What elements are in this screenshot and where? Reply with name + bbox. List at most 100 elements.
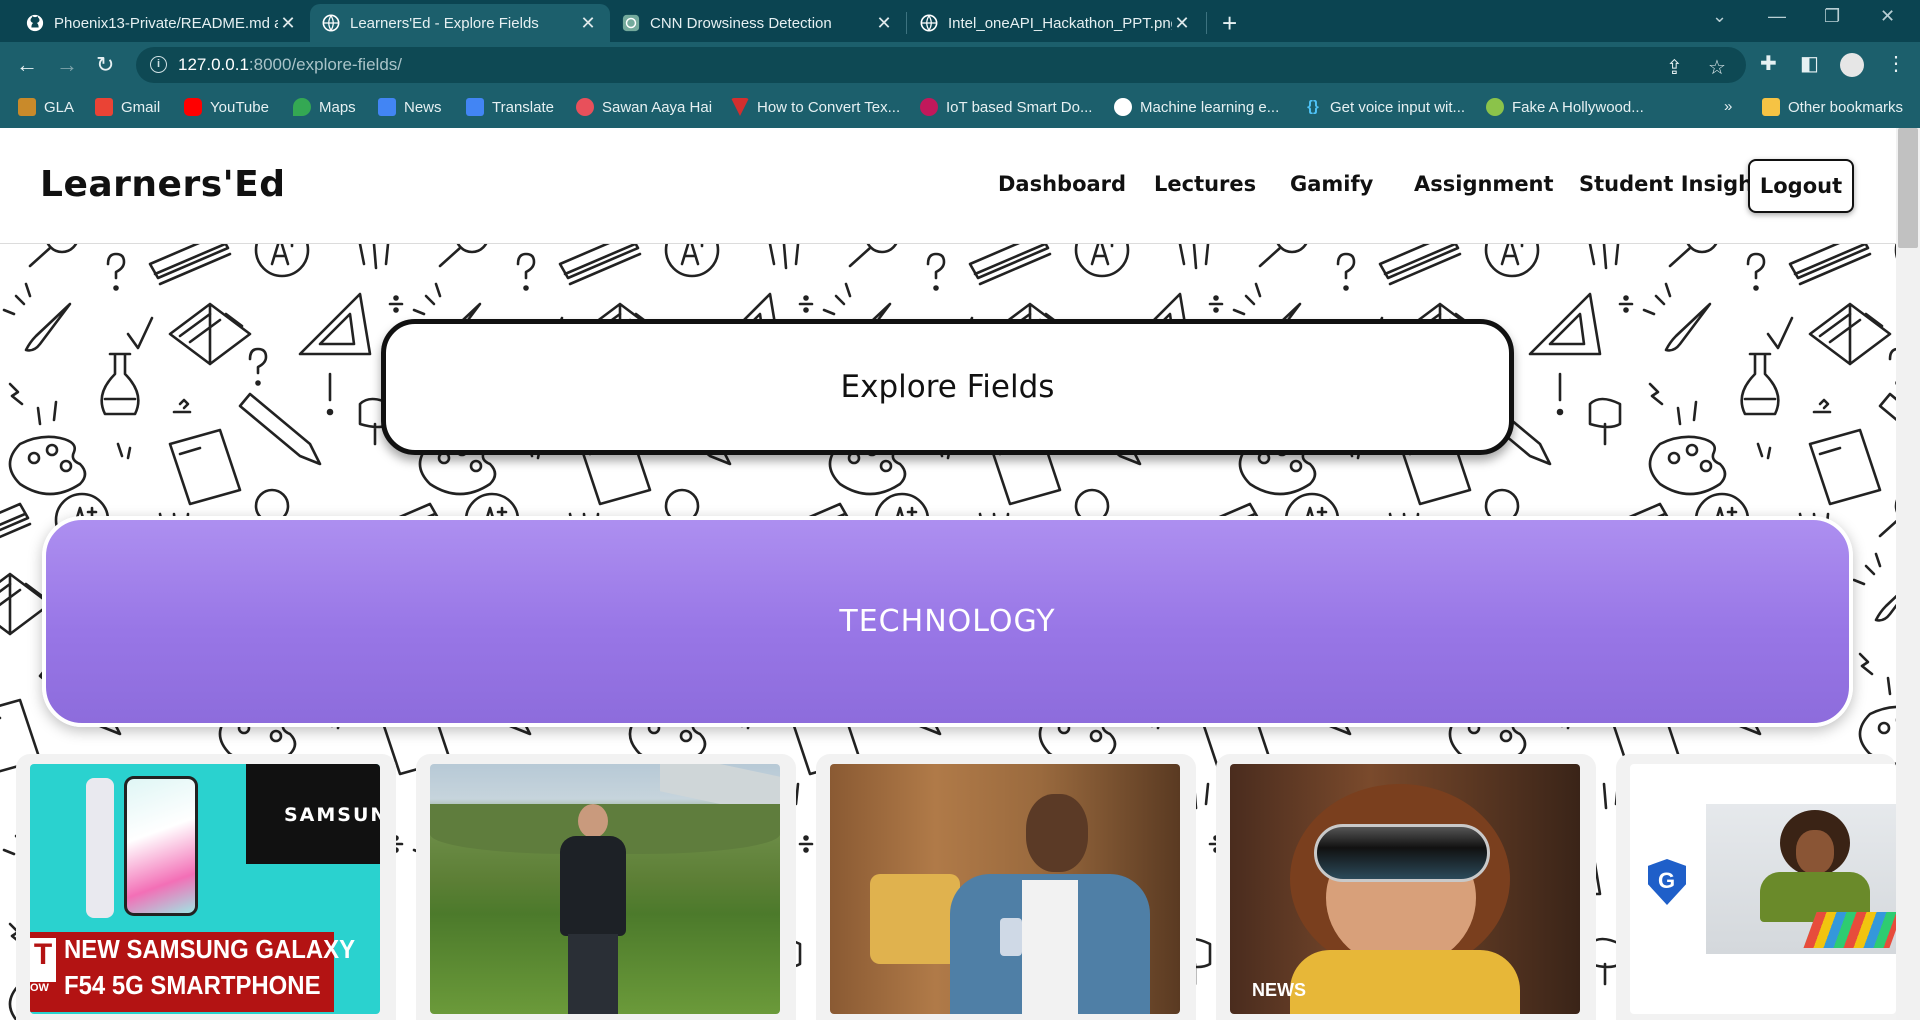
bookmark-label: Get voice input wit... xyxy=(1330,98,1466,116)
chatgpt-icon xyxy=(622,14,640,32)
bookmark-label: Sawan Aaya Hai xyxy=(602,98,713,116)
reload-icon[interactable]: ↻ xyxy=(96,52,114,78)
channel-badge: T xyxy=(30,938,56,982)
nav-lectures[interactable]: Lectures xyxy=(1154,172,1256,196)
folder-icon xyxy=(1762,98,1780,116)
back-arrow-icon[interactable]: ← xyxy=(16,52,38,78)
news-card[interactable]: SAMSUNG NEW SAMSUNG GALAXY F54 5G SMARTP… xyxy=(16,754,396,1020)
gmail-icon xyxy=(95,98,113,116)
news-card[interactable]: NEWS xyxy=(1216,754,1596,1020)
channel-badge-sub: OW xyxy=(30,982,49,994)
bookmark-label: IoT based Smart Do... xyxy=(946,98,1093,116)
page-scrollbar-track[interactable] xyxy=(1896,128,1920,1020)
logout-button[interactable]: Logout xyxy=(1748,159,1854,213)
tab-readme[interactable]: Phoenix13-Private/README.md a ✕ xyxy=(14,4,310,42)
bookmark-label: Fake A Hollywood... xyxy=(1512,98,1644,116)
profile-avatar[interactable] xyxy=(1840,53,1864,77)
bookmark-translate[interactable]: Translate xyxy=(466,98,554,116)
new-tab-button[interactable]: + xyxy=(1222,8,1237,39)
color-swatches-image xyxy=(1803,912,1896,948)
restore-icon[interactable]: ❐ xyxy=(1824,6,1840,27)
minimize-icon[interactable]: — xyxy=(1768,6,1786,27)
person-tee xyxy=(1022,880,1078,1014)
sweater-image xyxy=(1290,950,1520,1014)
presenter-photo xyxy=(430,764,780,1014)
bookmark-label: Machine learning e... xyxy=(1140,98,1280,116)
bookmark-label: GLA xyxy=(44,98,75,116)
vr-headset-photo: NEWS xyxy=(1230,764,1580,1014)
site-info-icon[interactable]: i xyxy=(150,56,167,73)
tab-intel-ppt[interactable]: Intel_oneAPI_Hackathon_PPT.png ✕ xyxy=(908,4,1204,42)
bookmark-label: Gmail xyxy=(121,98,161,116)
browser-menu-icon[interactable]: ⋮ xyxy=(1886,51,1906,76)
bookmark-youtube[interactable]: YouTube xyxy=(184,98,269,116)
close-tab-icon[interactable]: ✕ xyxy=(578,13,598,34)
bookmark-machine-learning[interactable]: Machine learning e... xyxy=(1114,98,1279,116)
browser-toolbar: ← → ↻ i 127.0.0.1:8000/explore-fields/ ⇪… xyxy=(0,42,1920,88)
bookmark-label: YouTube xyxy=(210,98,269,116)
url-text[interactable]: 127.0.0.1:8000/explore-fields/ xyxy=(178,55,402,75)
bookmark-gmail[interactable]: Gmail xyxy=(95,98,160,116)
bookmark-iot[interactable]: IoT based Smart Do... xyxy=(920,98,1092,116)
nav-dashboard[interactable]: Dashboard xyxy=(998,172,1126,196)
field-technology-banner[interactable]: TECHNOLOGY xyxy=(42,516,1853,727)
forward-arrow-icon[interactable]: → xyxy=(56,52,78,78)
woman-at-desk-photo: G xyxy=(1630,764,1896,1014)
bookmark-star-icon[interactable]: ☆ xyxy=(1708,55,1726,80)
brand-label: SAMSUNG xyxy=(284,804,380,826)
triangle-logo-icon xyxy=(731,98,749,116)
bookmark-label: News xyxy=(404,98,442,116)
bookmark-label: Other bookmarks xyxy=(1788,98,1904,116)
man-with-phone-photo xyxy=(830,764,1180,1014)
extensions-puzzle-icon[interactable]: ✚ xyxy=(1760,51,1777,76)
page-viewport: Learners'Ed Dashboard Lectures Gamify As… xyxy=(0,128,1920,1020)
close-tab-icon[interactable]: ✕ xyxy=(874,13,894,34)
tab-title: Phoenix13-Private/README.md a xyxy=(54,14,278,32)
news-card[interactable] xyxy=(816,754,1196,1020)
nav-assignment[interactable]: Assignment xyxy=(1414,172,1554,196)
tab-search-chevron-icon[interactable]: ⌄ xyxy=(1712,6,1727,27)
bookmark-sawan[interactable]: Sawan Aaya Hai xyxy=(576,98,712,116)
phone-image xyxy=(1000,918,1022,956)
bookmark-convert-text[interactable]: How to Convert Tex... xyxy=(731,98,900,116)
music-icon xyxy=(576,98,594,116)
bookmark-voice-input[interactable]: {} Get voice input wit... xyxy=(1304,98,1465,116)
chair-image xyxy=(870,874,960,964)
site-logo[interactable]: Learners'Ed xyxy=(40,164,286,205)
tab-cnn-drowsiness[interactable]: CNN Drowsiness Detection ✕ xyxy=(610,4,906,42)
browser-tab-bar: Phoenix13-Private/README.md a ✕ Learners… xyxy=(0,0,1920,42)
tab-explore-fields[interactable]: Learners'Ed - Explore Fields ✕ xyxy=(310,4,610,42)
bookmark-news[interactable]: News xyxy=(378,98,442,116)
page-scrollbar-thumb[interactable] xyxy=(1898,128,1918,248)
news-card[interactable]: G xyxy=(1616,754,1896,1020)
caption-line-1: NEW SAMSUNG GALAXY xyxy=(64,934,356,964)
share-icon[interactable]: ⇪ xyxy=(1666,55,1683,80)
side-panel-icon[interactable]: ◧ xyxy=(1800,51,1819,76)
site-header: Learners'Ed Dashboard Lectures Gamify As… xyxy=(0,128,1896,244)
close-window-icon[interactable]: ✕ xyxy=(1880,6,1895,27)
samsung-galaxy-thumbnail: SAMSUNG NEW SAMSUNG GALAXY F54 5G SMARTP… xyxy=(30,764,380,1014)
close-tab-icon[interactable]: ✕ xyxy=(278,13,298,34)
bookmark-gla[interactable]: GLA xyxy=(18,98,74,116)
overflow-chevron-icon: » xyxy=(1724,98,1733,115)
bookmarks-bar: GLA Gmail YouTube Maps News Translate Sa… xyxy=(0,88,1920,128)
nav-gamify[interactable]: Gamify xyxy=(1290,172,1373,196)
google-news-icon xyxy=(378,98,396,116)
person-body xyxy=(560,836,626,936)
close-tab-icon[interactable]: ✕ xyxy=(1172,13,1192,34)
bookmarks-overflow-button[interactable]: » xyxy=(1724,98,1732,115)
bookmark-hollywood[interactable]: Fake A Hollywood... xyxy=(1486,98,1644,116)
tab-title: Intel_oneAPI_Hackathon_PPT.png xyxy=(948,14,1172,32)
translate-icon xyxy=(466,98,484,116)
nav-student-insight[interactable]: Student Insight xyxy=(1579,172,1763,196)
github-icon xyxy=(26,14,44,32)
address-bar[interactable]: i 127.0.0.1:8000/explore-fields/ ⇪ ☆ xyxy=(136,47,1746,83)
other-bookmarks[interactable]: Other bookmarks xyxy=(1762,98,1903,116)
youtube-icon xyxy=(184,98,202,116)
bookmark-label: Translate xyxy=(492,98,554,116)
bookmark-maps[interactable]: Maps xyxy=(293,98,356,116)
globe-icon xyxy=(322,14,340,32)
explore-fields-title: Explore Fields xyxy=(381,319,1514,455)
phone-image xyxy=(124,776,198,916)
news-card[interactable] xyxy=(416,754,796,1020)
